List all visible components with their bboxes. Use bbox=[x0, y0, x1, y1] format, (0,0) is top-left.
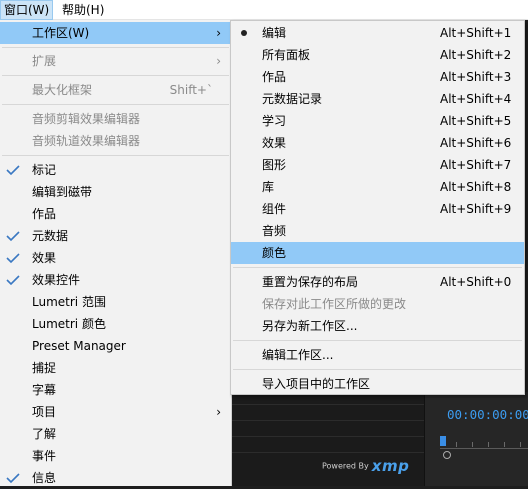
menu-item-capture[interactable]: 捕捉 bbox=[0, 357, 231, 379]
menu-item-effects[interactable]: 效果 bbox=[0, 247, 231, 269]
checkmark-icon bbox=[6, 275, 20, 286]
workspace-item-productions[interactable]: 作品 Alt+Shift+3 bbox=[231, 66, 524, 88]
menu-item-markers[interactable]: 标记 bbox=[0, 159, 231, 181]
powered-by-text: Powered By bbox=[322, 461, 369, 471]
workspace-item-libraries[interactable]: 库 Alt+Shift+8 bbox=[231, 176, 524, 198]
menu-item-effect-controls[interactable]: 效果控件 bbox=[0, 269, 231, 291]
menu-item-maximize-frame: 最大化框架 Shift+` bbox=[32, 83, 213, 97]
menu-item-extensions: 扩展 › bbox=[0, 50, 231, 72]
menu-window[interactable]: 窗口(W) bbox=[0, 0, 54, 20]
menu-item-lumetri-scopes[interactable]: Lumetri 范围 bbox=[0, 291, 231, 313]
menu-item-preset-manager[interactable]: Preset Manager bbox=[0, 335, 231, 357]
playhead-icon bbox=[443, 451, 451, 459]
radio-bullet-icon bbox=[241, 30, 247, 36]
timeline-ruler bbox=[440, 448, 528, 449]
checkmark-icon bbox=[6, 165, 20, 176]
menu-item-project[interactable]: 项目 › bbox=[0, 401, 231, 423]
workspace-item-metadata-logging[interactable]: 元数据记录 Alt+Shift+4 bbox=[231, 88, 524, 110]
workspace-item-all-panels[interactable]: 所有面板 Alt+Shift+2 bbox=[231, 44, 524, 66]
menu-item-events[interactable]: 事件 bbox=[0, 445, 231, 467]
chevron-right-icon: › bbox=[216, 26, 221, 40]
window-menu: 工作区(W) › 扩展 › 最大化框架 Shift+` 音频剪辑效果编辑器 音频… bbox=[0, 20, 232, 486]
menu-item-learn[interactable]: 了解 bbox=[0, 423, 231, 445]
workspace-item-save-as-new[interactable]: 另存为新工作区... bbox=[231, 315, 524, 337]
menu-item-edit-to-tape[interactable]: 编辑到磁带 bbox=[0, 181, 231, 203]
xmp-logo: Powered By xmp bbox=[322, 457, 409, 475]
chevron-right-icon: › bbox=[216, 405, 221, 419]
workspace-item-graphics[interactable]: 图形 Alt+Shift+7 bbox=[231, 154, 524, 176]
chevron-right-icon: › bbox=[216, 54, 221, 68]
workspace-item-import-from-project[interactable]: 导入项目中的工作区 bbox=[231, 373, 524, 395]
workspace-item-edit-workspaces[interactable]: 编辑工作区... bbox=[231, 344, 524, 366]
menu-item-lumetri-color[interactable]: Lumetri 颜色 bbox=[0, 313, 231, 335]
playhead-handle[interactable] bbox=[440, 436, 446, 446]
checkmark-icon bbox=[6, 231, 20, 242]
menu-item-productions[interactable]: 作品 bbox=[0, 203, 231, 225]
menu-help[interactable]: 帮助(H) bbox=[58, 0, 108, 20]
workspace-item-save-changes: 保存对此工作区所做的更改 bbox=[262, 297, 407, 311]
menu-item-captions[interactable]: 字幕 bbox=[0, 379, 231, 401]
workspace-submenu: 编辑 Alt+Shift+1 所有面板 Alt+Shift+2 作品 Alt+S… bbox=[230, 20, 525, 395]
workspace-item-color[interactable]: 颜色 bbox=[231, 242, 524, 264]
menu-bar: 窗口(W) 帮助(H) bbox=[0, 0, 528, 20]
menu-item-metadata[interactable]: 元数据 bbox=[0, 225, 231, 247]
menu-item-audio-clip-effect-editor: 音频剪辑效果编辑器 bbox=[32, 112, 141, 126]
workspace-item-reset-layout[interactable]: 重置为保存的布局 Alt+Shift+0 bbox=[231, 271, 524, 293]
xmp-logo-text: xmp bbox=[371, 457, 410, 475]
workspace-item-learning[interactable]: 学习 Alt+Shift+5 bbox=[231, 110, 524, 132]
menu-item-workspace[interactable]: 工作区(W) › bbox=[0, 22, 231, 44]
workspace-item-editing[interactable]: 编辑 Alt+Shift+1 bbox=[231, 22, 524, 44]
timecode-display[interactable]: 00:00:00:00 bbox=[447, 407, 528, 422]
workspace-item-assembly[interactable]: 组件 Alt+Shift+9 bbox=[231, 198, 524, 220]
menu-item-audio-track-effect-editor: 音频轨道效果编辑器 bbox=[32, 134, 141, 148]
workspace-item-audio[interactable]: 音频 bbox=[231, 220, 524, 242]
checkmark-icon bbox=[6, 253, 20, 264]
workspace-item-effects[interactable]: 效果 Alt+Shift+6 bbox=[231, 132, 524, 154]
